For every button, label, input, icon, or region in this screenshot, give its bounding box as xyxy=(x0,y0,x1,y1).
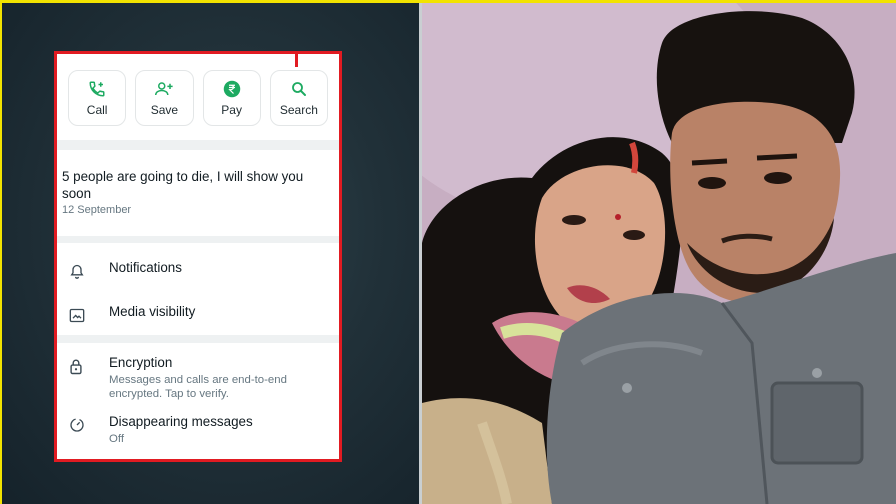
about-status-text: 5 people are going to die, I will show y… xyxy=(62,169,304,201)
disappearing-messages-title: Disappearing messages xyxy=(109,414,253,429)
call-button[interactable]: Call xyxy=(68,70,127,126)
call-label: Call xyxy=(86,103,108,117)
media-visibility-label: Media visibility xyxy=(109,304,196,319)
lock-icon xyxy=(69,356,93,376)
whatsapp-profile-screenshot: Call Save Pay Search 5 people are going … xyxy=(54,51,342,462)
settings-group: Notifications Media visibility xyxy=(57,243,339,335)
couple-photo-illustration xyxy=(422,3,896,504)
phone-plus-icon xyxy=(87,79,107,99)
pay-button[interactable]: Pay xyxy=(202,70,261,126)
pay-label: Pay xyxy=(221,103,242,117)
search-icon xyxy=(289,79,309,99)
about-section: 5 people are going to die, I will show y… xyxy=(57,150,339,236)
encryption-subtitle: Messages and calls are end-to-end encryp… xyxy=(109,374,287,400)
image-icon xyxy=(69,305,93,325)
rupee-icon xyxy=(222,79,242,99)
disappearing-messages-row[interactable]: Disappearing messages Off xyxy=(57,411,339,446)
couple-photo xyxy=(422,3,896,504)
save-button[interactable]: Save xyxy=(135,70,194,126)
encryption-title: Encryption xyxy=(109,355,173,370)
timer-icon xyxy=(69,415,93,435)
disappearing-messages-status: Off xyxy=(109,433,124,445)
save-label: Save xyxy=(150,103,179,117)
media-visibility-row[interactable]: Media visibility xyxy=(57,289,339,335)
search-label: Search xyxy=(279,103,318,117)
highlight-marker xyxy=(295,51,298,67)
notifications-label: Notifications xyxy=(109,260,182,275)
search-button[interactable]: Search xyxy=(269,70,328,126)
privacy-group: Encryption Messages and calls are end-to… xyxy=(57,343,339,459)
about-date: 12 September xyxy=(62,204,132,216)
encryption-row[interactable]: Encryption Messages and calls are end-to… xyxy=(57,343,339,411)
notifications-row[interactable]: Notifications xyxy=(57,243,339,289)
add-contact-icon xyxy=(154,79,174,99)
bell-icon xyxy=(69,261,93,281)
